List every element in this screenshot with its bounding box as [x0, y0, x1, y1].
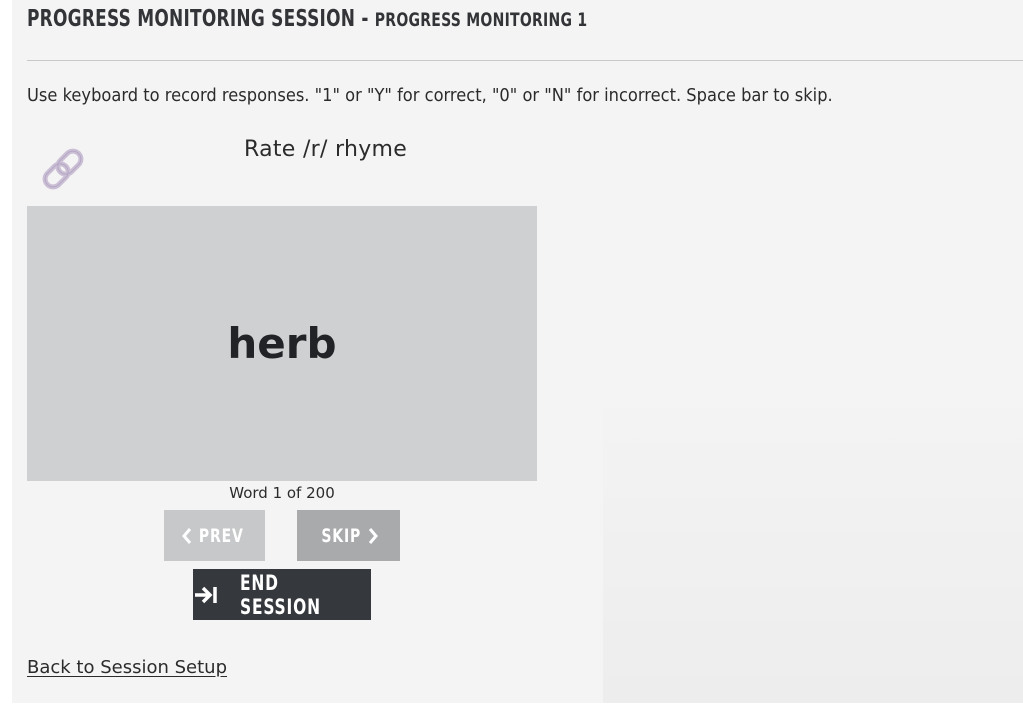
- end-session-button[interactable]: END SESSION: [193, 569, 371, 620]
- back-to-session-setup-link[interactable]: Back to Session Setup: [27, 657, 227, 678]
- session-panel: PROGRESS MONITORING SESSION - PROGRESS M…: [12, 0, 1023, 703]
- title-divider: [27, 60, 1023, 61]
- skip-button[interactable]: SKIP: [297, 510, 400, 561]
- exit-arrow-icon: [193, 584, 219, 606]
- task-label: Rate /r/ rhyme: [244, 137, 408, 162]
- current-word: herb: [227, 319, 337, 368]
- instructions-text: Use keyboard to record responses. "1" or…: [27, 86, 833, 106]
- page-title-subtitle: PROGRESS MONITORING 1: [374, 9, 588, 31]
- chevron-right-icon: [366, 527, 380, 545]
- prev-button-label: PREV: [199, 524, 244, 547]
- page-title-main: PROGRESS MONITORING SESSION: [27, 6, 356, 32]
- page-title-separator: -: [355, 6, 375, 32]
- end-session-label: END SESSION: [239, 570, 321, 619]
- prev-button[interactable]: PREV: [164, 510, 265, 561]
- word-counter: Word 1 of 200: [229, 484, 335, 502]
- chevron-left-icon: [180, 527, 194, 545]
- skip-button-label: SKIP: [321, 524, 362, 547]
- word-card: herb: [27, 206, 537, 481]
- page-title: PROGRESS MONITORING SESSION - PROGRESS M…: [27, 6, 587, 32]
- chain-link-icon: [36, 142, 90, 196]
